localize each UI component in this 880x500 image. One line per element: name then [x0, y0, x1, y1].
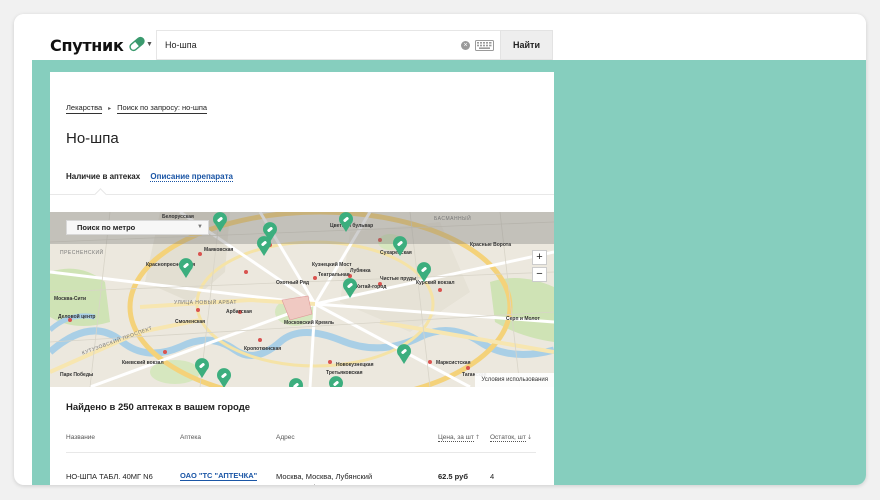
map-label: Московский Кремль [284, 320, 334, 326]
chevron-down-icon[interactable]: ▼ [146, 41, 153, 48]
map-label: ПРЕСНЕНСКИЙ [60, 250, 104, 256]
chevron-down-icon: ▼ [197, 224, 203, 230]
column-header-price[interactable]: Цена, за шт [438, 434, 474, 442]
sputnik-logo[interactable]: Спутник [50, 36, 124, 55]
pharmacy-pin[interactable] [396, 344, 412, 364]
content-card: Лекарства ▸ Поиск по запросу: но-шпа Но-шп… [50, 72, 554, 485]
drug-stock: 4 [490, 472, 495, 481]
breadcrumb-separator: ▸ [108, 106, 112, 112]
metro-search-label: Поиск по метро [77, 223, 136, 232]
map-label: Москва-Сити [54, 296, 87, 302]
pharmacy-pin[interactable] [328, 376, 344, 387]
zoom-out-button[interactable]: − [532, 267, 547, 282]
drug-price: 62.5 руб [438, 472, 468, 481]
tab-divider [50, 194, 554, 195]
pharmacy-pin[interactable] [288, 378, 304, 387]
map-label: БАСМАННЫЙ [434, 216, 472, 222]
pharmacy-pin[interactable] [392, 236, 408, 256]
sort-down-arrow-icon[interactable]: 🡓 [528, 433, 531, 443]
pharmacy-link[interactable]: ОАО "ТС "АПТЕЧКА" [180, 471, 258, 481]
map-label: Охотный Ряд [276, 280, 310, 286]
tab-description[interactable]: Описание препарата [150, 172, 233, 182]
map-label: Новокузнецкая [336, 362, 374, 368]
drug-name: НО-ШПА ТАБЛ. 40МГ N6 [66, 472, 153, 481]
header-bar: Спутник ▼ × Найти [14, 14, 866, 60]
search-input[interactable] [165, 31, 455, 59]
breadcrumb: Лекарства ▸ Поиск по запросу: но-шпа [66, 103, 208, 114]
column-header-stock[interactable]: Остаток, шт [490, 434, 526, 442]
pharmacy-pin[interactable] [216, 368, 232, 387]
pharmacy-pin[interactable] [416, 262, 432, 282]
map-label: Марксистская [436, 360, 471, 366]
sort-up-arrow-icon[interactable]: 🡑 [476, 433, 479, 443]
pharmacy-pin[interactable] [194, 358, 210, 378]
map-label: Серп и Молот [506, 316, 540, 322]
map-label: Кузнецкий Мост [312, 262, 352, 268]
map-label: Чистые пруды [380, 276, 417, 282]
breadcrumb-item[interactable]: Лекарства [66, 103, 103, 114]
column-header-name: Название [66, 434, 96, 441]
tabs: Наличие в аптеках Описание препарата [66, 172, 233, 182]
column-header-address: Адрес [276, 434, 295, 441]
map-label: Парк Победы [60, 372, 94, 378]
pharmacy-pin[interactable] [338, 212, 354, 232]
zoom-in-button[interactable]: + [532, 250, 547, 265]
search-box: × [156, 30, 502, 60]
pharmacy-address: Москва, Москва, Лубянский проезд, 27/1 с… [276, 472, 373, 485]
map-label: Маяковская [204, 247, 234, 253]
map-label: Лубянка [350, 268, 371, 274]
keyboard-icon[interactable] [475, 40, 494, 51]
pharmacy-pin[interactable] [212, 212, 228, 232]
breadcrumb-item[interactable]: Поиск по запросу: но-шпа [117, 103, 208, 114]
page-title: Но-шпа [66, 130, 119, 147]
map-label: Смоленская [175, 319, 206, 325]
map-label: Киевский вокзал [122, 360, 164, 366]
terms-of-use-link[interactable]: Условия использования [475, 373, 554, 387]
column-header-pharmacy: Аптека [180, 434, 201, 441]
pharmacy-pin[interactable] [178, 258, 194, 278]
map-label: Красные Ворота [470, 242, 512, 248]
results-count: Найдено в 250 аптеках в вашем городе [66, 402, 251, 413]
map-label: Деловой центр [58, 314, 96, 320]
tab-availability[interactable]: Наличие в аптеках [66, 172, 140, 181]
pharmacy-pin[interactable] [342, 278, 358, 298]
metro-search-select[interactable]: Поиск по метро ▼ [66, 220, 209, 235]
map-label: Кропоткинская [244, 346, 282, 352]
tab-indicator [94, 188, 107, 201]
clear-icon[interactable]: × [461, 41, 470, 50]
map-label: Китай-город [356, 284, 387, 290]
map-label: Белорусская [162, 214, 194, 220]
table-divider [66, 452, 536, 453]
search-button[interactable]: Найти [500, 30, 553, 60]
pharmacy-pin[interactable] [256, 236, 272, 256]
pill-icon[interactable] [126, 36, 148, 52]
map[interactable]: Поиск по метро ▼ ПРЕСНЕНСКИЙ БАСМАННЫЙ Б… [50, 212, 554, 387]
map-label: УЛИЦА НОВЫЙ АРБАТ [174, 300, 237, 306]
browser-frame: Спутник ▼ × Найти Лекарства [14, 14, 866, 485]
map-label: Арбатская [226, 309, 252, 315]
